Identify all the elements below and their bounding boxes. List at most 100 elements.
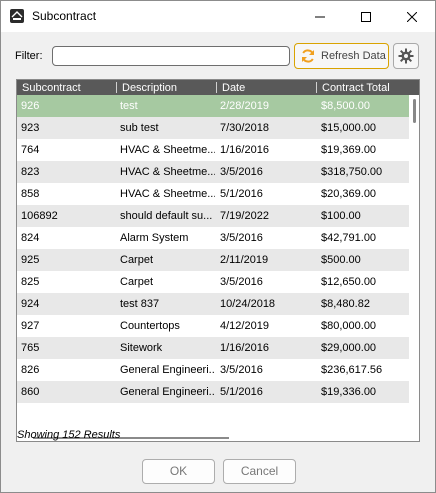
cell-description: Alarm System [120, 232, 189, 244]
column-header-contract-total[interactable]: Contract Total [317, 81, 390, 95]
maximize-icon [361, 11, 371, 22]
table-row[interactable]: 765 Sitework 1/16/2016 $29,000.00 [17, 337, 409, 359]
cell-date: 1/16/2016 [220, 144, 269, 156]
column-header-description[interactable]: Description [117, 81, 177, 95]
cell-date: 5/1/2016 [220, 386, 263, 398]
close-button[interactable] [389, 1, 435, 32]
cell-subcontract: 826 [21, 364, 40, 376]
cell-subcontract: 765 [21, 342, 40, 354]
cell-description: Carpet [120, 254, 154, 266]
ok-button[interactable]: OK [142, 459, 215, 484]
cell-subcontract: 825 [21, 276, 40, 288]
cell-subcontract: 860 [21, 386, 40, 398]
table-row[interactable]: 923 sub test 7/30/2018 $15,000.00 [17, 117, 409, 139]
subcontract-grid[interactable]: Subcontract Description Date Contract To… [16, 79, 420, 442]
cell-description: Countertops [120, 320, 180, 332]
cell-contract-total: $8,500.00 [321, 100, 370, 112]
cell-subcontract: 927 [21, 320, 40, 332]
cell-contract-total: $500.00 [321, 254, 361, 266]
cell-date: 7/30/2018 [220, 122, 269, 134]
title-bar[interactable]: Subcontract [1, 1, 435, 32]
cancel-button[interactable]: Cancel [223, 459, 296, 484]
table-row[interactable]: 824 Alarm System 3/5/2016 $42,791.00 [17, 227, 409, 249]
subcontract-dialog: Subcontract Filter: Refresh Data Subcont… [0, 0, 436, 493]
table-row[interactable]: 924 test 837 10/24/2018 $8,480.82 [17, 293, 409, 315]
refresh-icon [302, 49, 314, 63]
gear-icon [398, 48, 414, 64]
cell-contract-total: $12,650.00 [321, 276, 377, 288]
cell-contract-total: $8,480.82 [321, 298, 370, 310]
cell-contract-total: $19,336.00 [321, 386, 377, 398]
vertical-scroll-thumb[interactable] [413, 99, 416, 123]
cell-contract-total: $19,369.00 [321, 144, 377, 156]
cell-description: Carpet [120, 276, 154, 288]
ehc-logo-icon [10, 9, 24, 23]
cell-date: 7/19/2022 [220, 210, 269, 222]
cell-description: General Engineeri... [120, 386, 215, 398]
table-row[interactable]: 860 General Engineeri... 5/1/2016 $19,33… [17, 381, 409, 403]
table-row[interactable]: 926 test 2/28/2019 $8,500.00 [17, 95, 409, 117]
cell-date: 5/1/2016 [220, 188, 263, 200]
cell-subcontract: 764 [21, 144, 40, 156]
cell-description: test 837 [120, 298, 160, 310]
cell-description: sub test [120, 122, 159, 134]
cell-subcontract: 925 [21, 254, 40, 266]
cell-date: 3/5/2016 [220, 364, 263, 376]
grid-header: Subcontract Description Date Contract To… [17, 80, 419, 95]
cell-description: test [120, 100, 138, 112]
cell-subcontract: 926 [21, 100, 40, 112]
table-row[interactable]: 764 HVAC & Sheetme... 1/16/2016 $19,369.… [17, 139, 409, 161]
filter-label: Filter: [15, 50, 43, 62]
cell-contract-total: $318,750.00 [321, 166, 383, 178]
table-row[interactable]: 826 General Engineeri... 3/5/2016 $236,6… [17, 359, 409, 381]
table-row[interactable]: 925 Carpet 2/11/2019 $500.00 [17, 249, 409, 271]
cell-contract-total: $80,000.00 [321, 320, 377, 332]
table-row[interactable]: 858 HVAC & Sheetme... 5/1/2016 $20,369.0… [17, 183, 409, 205]
cell-description: should default su... [120, 210, 213, 222]
minimize-icon [315, 16, 325, 17]
refresh-data-button[interactable]: Refresh Data [294, 43, 389, 69]
table-row[interactable]: 927 Countertops 4/12/2019 $80,000.00 [17, 315, 409, 337]
results-count: Showing 152 Results [17, 429, 121, 441]
settings-button[interactable] [393, 43, 419, 69]
cell-subcontract: 924 [21, 298, 40, 310]
cell-date: 4/12/2019 [220, 320, 269, 332]
table-row[interactable]: 825 Carpet 3/5/2016 $12,650.00 [17, 271, 409, 293]
cell-description: General Engineeri... [120, 364, 215, 376]
cell-contract-total: $20,369.00 [321, 188, 377, 200]
cell-date: 3/5/2016 [220, 276, 263, 288]
cell-date: 3/5/2016 [220, 166, 263, 178]
table-row[interactable]: 106892 should default su... 7/19/2022 $1… [17, 205, 409, 227]
cell-subcontract: 823 [21, 166, 40, 178]
cell-description: Sitework [120, 342, 163, 354]
cell-description: HVAC & Sheetme... [120, 144, 215, 156]
vertical-scrollbar[interactable] [410, 95, 419, 441]
cell-date: 2/28/2019 [220, 100, 269, 112]
refresh-data-label: Refresh Data [321, 50, 386, 62]
cell-description: HVAC & Sheetme... [120, 166, 215, 178]
window-title: Subcontract [32, 9, 97, 23]
minimize-button[interactable] [297, 1, 343, 32]
filter-input[interactable] [52, 46, 290, 66]
grid-rows: 926 test 2/28/2019 $8,500.00 923 sub tes… [17, 95, 409, 403]
column-header-date[interactable]: Date [217, 81, 245, 95]
close-icon [407, 11, 417, 22]
cell-date: 10/24/2018 [220, 298, 276, 310]
cell-subcontract: 858 [21, 188, 40, 200]
cell-contract-total: $236,617.56 [321, 364, 383, 376]
cell-contract-total: $15,000.00 [321, 122, 377, 134]
cell-contract-total: $100.00 [321, 210, 361, 222]
cell-date: 2/11/2019 [220, 254, 269, 266]
column-header-subcontract[interactable]: Subcontract [17, 81, 81, 95]
cell-contract-total: $42,791.00 [321, 232, 377, 244]
cell-contract-total: $29,000.00 [321, 342, 377, 354]
dialog-content: Filter: Refresh Data Subcontract Descrip… [1, 32, 435, 492]
cell-subcontract: 824 [21, 232, 40, 244]
cell-description: HVAC & Sheetme... [120, 188, 215, 200]
cell-date: 1/16/2016 [220, 342, 269, 354]
cell-subcontract: 106892 [21, 210, 58, 222]
cell-subcontract: 923 [21, 122, 40, 134]
maximize-button[interactable] [343, 1, 389, 32]
table-row[interactable]: 823 HVAC & Sheetme... 3/5/2016 $318,750.… [17, 161, 409, 183]
cell-date: 3/5/2016 [220, 232, 263, 244]
